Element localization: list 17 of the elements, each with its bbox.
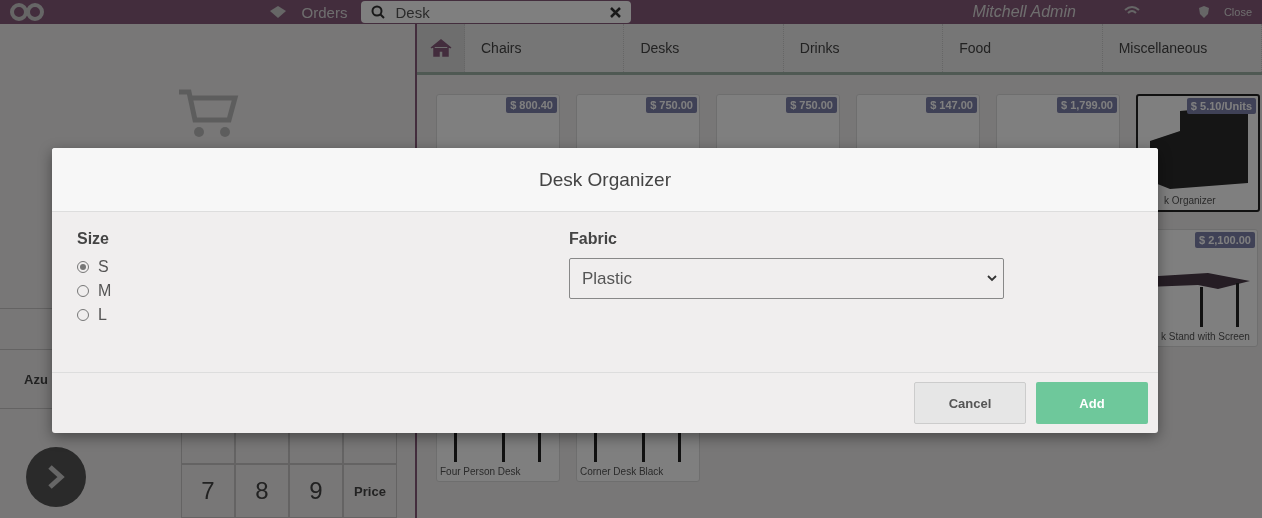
product-name: k Organizer xyxy=(1163,194,1217,208)
price-tag: $ 2,100.00 xyxy=(1195,232,1255,248)
product-name: k Stand with Screen xyxy=(1160,330,1251,344)
option-label: L xyxy=(98,306,107,324)
field-label: Size xyxy=(77,230,110,248)
price-tag: $ 1,799.00 xyxy=(1057,97,1117,113)
option-label: M xyxy=(98,282,112,300)
field-label: Fabric xyxy=(569,230,618,248)
price-tag: $ 800.40 xyxy=(506,97,557,113)
price-tag: $ 750.00 xyxy=(646,97,697,113)
price-tag: $ 5.10/Units xyxy=(1186,98,1256,114)
price-tag: $ 750.00 xyxy=(786,97,837,113)
price-tag: $ 147.00 xyxy=(926,97,977,113)
product-name: Corner Desk Black xyxy=(579,465,665,479)
product-name: Four Person Desk xyxy=(439,465,522,479)
dialog-title: Desk Organizer xyxy=(539,168,671,191)
option-label: S xyxy=(98,258,109,276)
